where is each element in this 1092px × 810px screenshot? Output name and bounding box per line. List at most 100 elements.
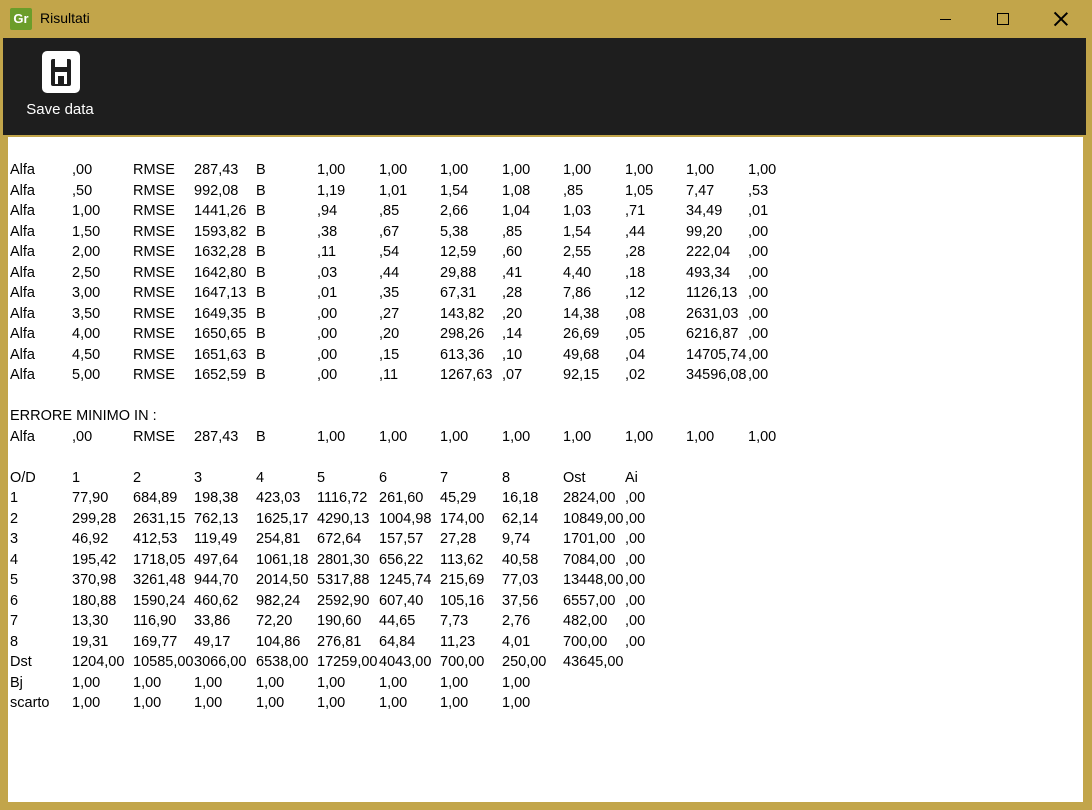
- result-cell: 1,05: [625, 182, 654, 199]
- result-cell: 5,00: [72, 367, 101, 383]
- save-data-button[interactable]: Save data: [19, 48, 101, 122]
- result-cell: RMSE: [133, 305, 175, 322]
- result-cell: 1,00: [133, 695, 162, 711]
- result-cell: 3,00: [72, 285, 101, 301]
- result-cell: B: [256, 326, 266, 342]
- result-cell: 4043,00: [379, 654, 432, 670]
- result-cell: 2,66: [440, 203, 469, 219]
- result-cell: 1649,35: [194, 305, 247, 322]
- result-cell: Ost: [563, 469, 586, 486]
- floppy-disk-icon: [42, 51, 80, 93]
- result-cell: 113,62: [440, 551, 484, 568]
- result-cell: 1,00: [317, 162, 346, 178]
- result-cell: 7084,00: [563, 551, 616, 568]
- result-cell: 423,03: [256, 490, 301, 506]
- close-button[interactable]: [1038, 0, 1084, 38]
- result-cell: 412,53: [133, 531, 178, 547]
- result-cell: RMSE: [133, 182, 175, 199]
- result-cell: ERRORE MINIMO IN :: [10, 408, 157, 424]
- result-cell: 1,00: [440, 428, 469, 445]
- result-cell: ,20: [379, 326, 400, 342]
- result-cell: Alfa: [10, 367, 35, 383]
- result-cell: 656,22: [379, 551, 424, 568]
- result-cell: 1651,63: [194, 346, 247, 363]
- result-cell: RMSE: [133, 285, 175, 301]
- result-cell: ,07: [502, 367, 523, 383]
- result-cell: 1,00: [317, 428, 346, 445]
- result-cell: Alfa: [10, 162, 35, 178]
- result-cell: 2,55: [563, 244, 592, 260]
- result-cell: 1,03: [563, 203, 592, 219]
- result-cell: ,03: [317, 264, 338, 281]
- result-cell: 1,00: [502, 674, 531, 691]
- result-cell: 43645,00: [563, 654, 624, 670]
- result-cell: RMSE: [133, 428, 175, 445]
- result-cell: ,00: [625, 592, 646, 609]
- result-cell: 493,34: [686, 264, 731, 281]
- result-cell: 1,00: [379, 162, 408, 178]
- result-cell: 1701,00: [563, 531, 616, 547]
- result-cell: 1,00: [194, 695, 223, 711]
- result-cell: ,14: [502, 326, 523, 342]
- result-cell: ,00: [317, 305, 338, 322]
- result-cell: 7: [10, 613, 19, 629]
- result-cell: 5317,88: [317, 572, 370, 588]
- result-cell: B: [256, 367, 266, 383]
- maximize-button[interactable]: [980, 0, 1026, 38]
- result-cell: 1,00: [502, 428, 531, 445]
- result-cell: 1,00: [72, 695, 101, 711]
- result-cell: 1647,13: [194, 285, 247, 301]
- toolbar: Save data: [3, 38, 1086, 135]
- result-cell: RMSE: [133, 244, 175, 260]
- result-cell: ,85: [379, 203, 400, 219]
- result-cell: B: [256, 162, 266, 178]
- result-cell: ,00: [72, 428, 93, 445]
- app-icon: Gr: [10, 8, 32, 30]
- result-cell: 4: [256, 469, 265, 486]
- minimize-button[interactable]: [922, 0, 968, 38]
- result-cell: 157,57: [379, 531, 424, 547]
- result-cell: 3: [194, 469, 203, 486]
- result-cell: 1,00: [625, 162, 654, 178]
- result-cell: RMSE: [133, 223, 175, 240]
- result-cell: 77,03: [502, 572, 539, 588]
- result-cell: 1,00: [317, 674, 346, 691]
- result-cell: 1,00: [502, 162, 531, 178]
- result-cell: ,94: [317, 203, 338, 219]
- window-title: Risultati: [40, 10, 90, 26]
- result-cell: ,10: [502, 346, 523, 363]
- result-cell: ,02: [625, 367, 646, 383]
- result-cell: 1,00: [686, 162, 715, 178]
- result-cell: 104,86: [256, 633, 301, 650]
- result-cell: 16,18: [502, 490, 539, 506]
- result-cell: B: [256, 203, 266, 219]
- result-cell: 1,00: [563, 428, 592, 445]
- result-cell: 3261,48: [133, 572, 186, 588]
- result-cell: 1,00: [72, 203, 101, 219]
- result-cell: ,04: [625, 346, 646, 363]
- result-cell: 11,23: [440, 633, 476, 650]
- result-cell: ,00: [625, 510, 646, 527]
- result-cell: 67,31: [440, 285, 477, 301]
- result-cell: Alfa: [10, 264, 35, 281]
- result-cell: Alfa: [10, 244, 35, 260]
- result-cell: 3,50: [72, 305, 101, 322]
- result-cell: 7,47: [686, 182, 715, 199]
- result-cell: 684,89: [133, 490, 178, 506]
- result-cell: 77,90: [72, 490, 109, 506]
- result-cell: ,00: [748, 264, 769, 281]
- result-cell: ,01: [317, 285, 338, 301]
- result-cell: 119,49: [194, 531, 238, 547]
- result-cell: 1,00: [133, 674, 162, 691]
- result-cell: ,44: [625, 223, 646, 240]
- result-cell: 105,16: [440, 592, 485, 609]
- result-cell: 34,49: [686, 203, 723, 219]
- result-cell: 14705,74: [686, 346, 747, 363]
- result-cell: 6216,87: [686, 326, 739, 342]
- result-cell: 1,00: [440, 695, 469, 711]
- result-cell: 261,60: [379, 490, 424, 506]
- result-cell: 1,54: [440, 182, 469, 199]
- result-cell: 10585,00: [133, 654, 194, 670]
- result-cell: 1652,59: [194, 367, 247, 383]
- result-cell: ,05: [625, 326, 646, 342]
